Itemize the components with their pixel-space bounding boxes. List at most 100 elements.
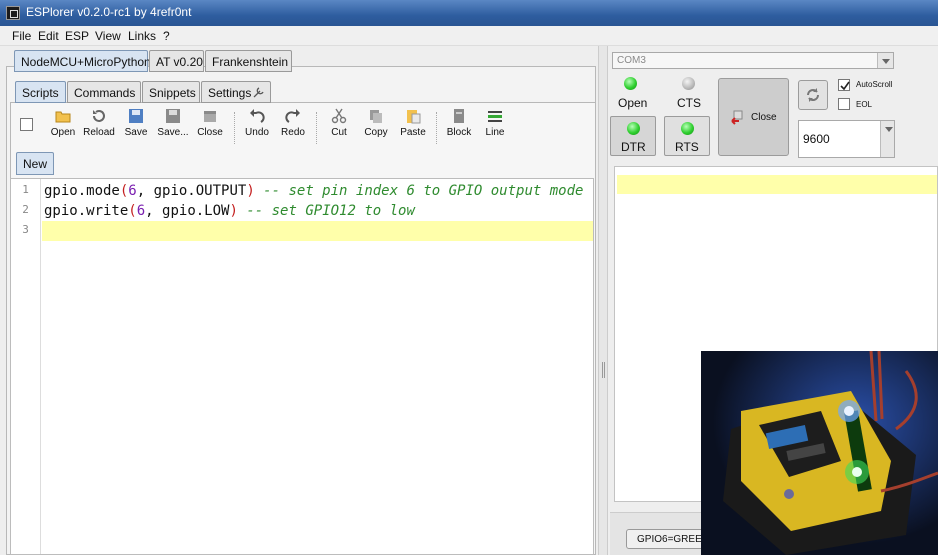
pane-splitter[interactable] — [598, 46, 608, 555]
menu-view[interactable]: View — [95, 29, 121, 43]
open-label[interactable]: Open — [618, 96, 647, 110]
reload-icon — [93, 110, 105, 122]
code-line-current[interactable] — [42, 221, 593, 241]
paste-icon — [407, 110, 421, 124]
reload-button[interactable]: Reload — [82, 108, 116, 138]
board-photo — [701, 351, 938, 555]
tab-commands[interactable]: Commands — [67, 81, 141, 103]
open-button[interactable]: Open — [46, 108, 80, 138]
code-token: gpio.mode — [44, 183, 120, 199]
code-editor[interactable]: 1 2 3 gpio.mode(6, gpio.OUTPUT) -- set p… — [10, 178, 594, 555]
autoscroll-checkbox[interactable] — [838, 79, 850, 91]
line-button[interactable]: Line — [478, 108, 512, 138]
menu-bar: File Edit ESP View Links ? — [0, 26, 938, 46]
cut-label: Cut — [331, 127, 347, 138]
save-as-label: Save... — [157, 127, 189, 138]
esp-board-image — [701, 351, 938, 555]
toolbar-separator — [316, 112, 317, 144]
code-token: , gpio.LOW — [145, 203, 230, 219]
code-token: 6 — [128, 183, 137, 199]
line-number: 3 — [22, 223, 29, 236]
redo-button[interactable]: Redo — [276, 108, 310, 138]
undo-button[interactable]: Undo — [240, 108, 274, 138]
folder-open-icon — [55, 111, 71, 123]
toolbar-checkbox[interactable] — [20, 118, 33, 131]
cut-button[interactable]: Cut — [322, 108, 356, 138]
eol-checkbox[interactable] — [838, 98, 850, 110]
save-as-icon — [166, 109, 180, 123]
scissors-icon — [331, 108, 347, 124]
code-token: , gpio.OUTPUT — [136, 183, 247, 199]
eol-label: EOL — [856, 100, 873, 109]
file-tab-new[interactable]: New — [16, 152, 54, 175]
port-select[interactable]: COM3 — [612, 52, 894, 69]
settings-label: Settings — [208, 86, 252, 100]
checkmark-icon — [840, 81, 850, 91]
undo-icon — [250, 109, 265, 123]
splitter-grip[interactable] — [602, 362, 605, 378]
rts-toggle[interactable]: RTS — [664, 116, 710, 156]
cts-led-icon — [682, 77, 695, 90]
chevron-down-icon — [880, 121, 894, 157]
title-bar: ESPlorer v0.2.0-rc1 by 4refr0nt — [0, 0, 938, 26]
autoscroll-label: AutoScroll — [856, 80, 893, 89]
toolbar-separator — [234, 112, 235, 144]
code-comment: -- set GPIO12 to low — [237, 203, 415, 219]
menu-edit[interactable]: Edit — [38, 29, 59, 43]
disconnect-icon — [731, 110, 743, 125]
terminal-current-line — [617, 175, 937, 194]
tab-snippets[interactable]: Snippets — [142, 81, 200, 103]
redo-label: Redo — [281, 127, 305, 138]
tab-nodemcu[interactable]: NodeMCU+MicroPython — [14, 50, 151, 72]
chevron-down-icon — [877, 53, 893, 68]
code-line[interactable]: gpio.write(6, gpio.LOW) -- set GPIO12 to… — [42, 201, 593, 221]
copy-button[interactable]: Copy — [359, 108, 393, 138]
menu-help[interactable]: ? — [163, 29, 170, 43]
close-file-button[interactable]: Close — [193, 108, 227, 138]
refresh-ports-button[interactable] — [798, 80, 828, 110]
line-icon — [488, 111, 502, 122]
close-file-label: Close — [197, 127, 223, 138]
port-value: COM3 — [617, 55, 646, 66]
save-label: Save — [124, 127, 148, 138]
close-file-icon — [204, 111, 216, 122]
cts-label: CTS — [677, 96, 701, 110]
menu-file[interactable]: File — [12, 29, 31, 43]
code-line[interactable]: gpio.mode(6, gpio.OUTPUT) -- set pin ind… — [42, 181, 593, 201]
baud-value: 9600 — [803, 132, 830, 146]
close-port-label: Close — [751, 112, 777, 123]
tab-scripts[interactable]: Scripts — [15, 81, 66, 103]
code-token: ) — [246, 183, 255, 199]
menu-links[interactable]: Links — [128, 29, 156, 43]
save-button[interactable]: Save — [119, 108, 153, 138]
baud-select[interactable]: 9600 — [798, 120, 895, 158]
save-as-button[interactable]: Save... — [156, 108, 190, 138]
toolbar: Open Reload Save Save... Close Undo Redo — [12, 108, 592, 144]
wrench-icon — [253, 87, 264, 98]
rts-led-icon — [681, 122, 694, 135]
line-number: 2 — [22, 203, 29, 216]
dtr-label: DTR — [621, 140, 646, 154]
code-token: 6 — [136, 203, 146, 219]
paste-button[interactable]: Paste — [396, 108, 430, 138]
menu-esp[interactable]: ESP — [65, 29, 89, 43]
tab-frankenshtein[interactable]: Frankenshtein — [205, 50, 292, 72]
code-token: ) — [229, 203, 238, 219]
block-button[interactable]: Block — [442, 108, 476, 138]
refresh-icon — [807, 88, 819, 102]
line-number: 1 — [22, 183, 29, 196]
undo-label: Undo — [245, 127, 269, 138]
open-label: Open — [50, 127, 76, 138]
copy-label: Copy — [364, 127, 388, 138]
code-area[interactable]: gpio.mode(6, gpio.OUTPUT) -- set pin ind… — [42, 181, 593, 241]
tab-settings[interactable]: Settings — [201, 81, 271, 103]
copy-icon — [370, 110, 382, 123]
block-icon — [454, 109, 464, 123]
code-token: gpio.write — [44, 203, 129, 219]
close-port-button[interactable]: Close — [718, 78, 789, 156]
block-label: Block — [446, 127, 472, 138]
app-icon — [6, 6, 20, 20]
dtr-toggle[interactable]: DTR — [610, 116, 656, 156]
toolbar-separator — [436, 112, 437, 144]
tab-at[interactable]: AT v0.20 — [149, 50, 204, 72]
